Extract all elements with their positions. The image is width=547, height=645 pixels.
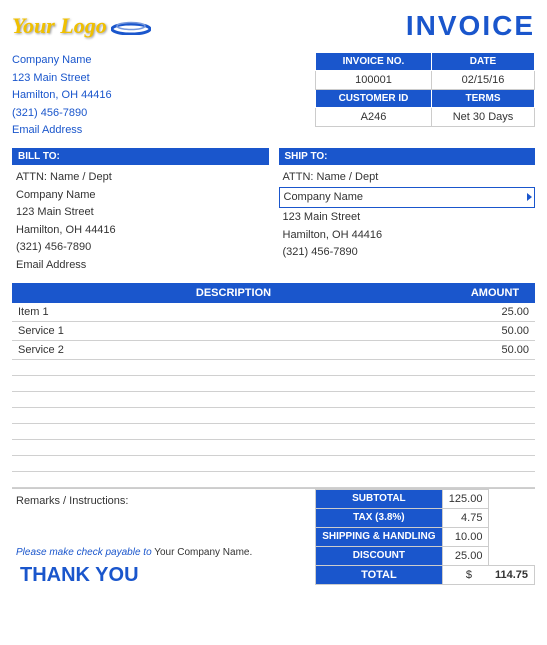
discount-value: 25.00 [442,546,489,565]
item-amount: 50.00 [455,321,535,340]
info-row: Company Name 123 Main Street Hamilton, O… [12,52,535,140]
ship-to-attn: ATTN: Name / Dept [279,169,536,187]
total-label: TOTAL [316,565,443,584]
item-description [12,423,455,439]
amount-header: AMOUNT [455,283,535,303]
item-amount [455,423,535,439]
payable-note: Please make check payable to Your Compan… [16,547,311,558]
item-description [12,375,455,391]
item-description [12,455,455,471]
subtotal-label: SUBTOTAL [316,489,443,508]
company-info: Company Name 123 Main Street Hamilton, O… [12,52,112,140]
bill-to-email: Email Address [12,257,269,275]
item-description: Service 2 [12,340,455,359]
logo-text: Your Logo [12,13,107,39]
terms-label: TERMS [432,90,535,108]
item-description: Item 1 [12,303,455,322]
item-amount: 50.00 [455,340,535,359]
description-header: DESCRIPTION [12,283,455,303]
shipping-value: 10.00 [442,527,489,546]
bill-to-city: Hamilton, OH 44416 [12,222,269,240]
table-row [12,407,535,423]
item-description [12,391,455,407]
ship-to-header: SHIP TO: [279,148,536,165]
tax-value: 4.75 [442,508,489,527]
item-description: Service 1 [12,321,455,340]
item-amount [455,391,535,407]
date-value: 02/15/16 [432,71,535,90]
item-description [12,439,455,455]
footer-area: Remarks / Instructions: Please make chec… [12,488,535,593]
company-email: Email Address [12,122,112,140]
meta-table: INVOICE NO. DATE 100001 02/15/16 CUSTOME… [315,52,535,127]
address-row: BILL TO: ATTN: Name / Dept Company Name … [12,148,535,275]
thank-you: THANK YOU [16,564,311,587]
item-amount [455,375,535,391]
item-amount: 25.00 [455,303,535,322]
payable-note-italic: Please make check payable to [16,547,152,558]
table-row [12,375,535,391]
table-row [12,439,535,455]
ship-to-block: SHIP TO: ATTN: Name / Dept Company Name … [279,148,536,275]
total-row: TOTAL $ 114.75 [316,565,535,584]
shipping-label: SHIPPING & HANDLING [316,527,443,546]
table-row [12,471,535,487]
item-description [12,471,455,487]
company-phone: (321) 456-7890 [12,105,112,123]
terms-value: Net 30 Days [432,108,535,127]
invoice-no-value: 100001 [316,71,432,90]
discount-label: DISCOUNT [316,546,443,565]
ship-to-phone: (321) 456-7890 [279,244,536,262]
total-value: 114.75 [489,565,535,584]
company-city-state: Hamilton, OH 44416 [12,87,112,105]
totals-table: SUBTOTAL 125.00 TAX (3.8%) 4.75 SHIPPING… [315,489,535,585]
remarks-label: Remarks / Instructions: [16,495,311,507]
company-address: 123 Main Street [12,70,112,88]
item-amount [455,439,535,455]
table-row [12,423,535,439]
payable-note-normal: Your Company Name. [152,547,253,558]
table-row [12,359,535,375]
table-row: Service 150.00 [12,321,535,340]
bill-to-header: BILL TO: [12,148,269,165]
item-amount [455,359,535,375]
subtotal-row: SUBTOTAL 125.00 [316,489,535,508]
invoice-title: INVOICE [406,10,535,42]
ship-to-city: Hamilton, OH 44416 [279,227,536,245]
bill-to-company: Company Name [12,187,269,205]
invoice-meta: INVOICE NO. DATE 100001 02/15/16 CUSTOME… [315,52,535,140]
company-name: Company Name [12,52,112,70]
items-table: DESCRIPTION AMOUNT Item 125.00Service 15… [12,283,535,488]
invoice-no-label: INVOICE NO. [316,53,432,71]
total-dollar: $ [442,565,489,584]
customer-id-value: A246 [316,108,432,127]
tax-label: TAX (3.8%) [316,508,443,527]
invoice-page: Your Logo INVOICE Company Name 123 Main … [0,0,547,645]
logo-swoosh-icon [111,17,151,35]
remarks-section: Remarks / Instructions: Please make chec… [12,489,315,593]
shipping-row: SHIPPING & HANDLING 10.00 [316,527,535,546]
bill-to-phone: (321) 456-7890 [12,239,269,257]
ship-to-address: 123 Main Street [279,209,536,227]
bill-to-attn: ATTN: Name / Dept [12,169,269,187]
item-amount [455,471,535,487]
header: Your Logo INVOICE [12,10,535,42]
table-row [12,391,535,407]
table-row: Item 125.00 [12,303,535,322]
logo-area: Your Logo [12,13,151,39]
item-amount [455,407,535,423]
customer-id-label: CUSTOMER ID [316,90,432,108]
bill-to-block: BILL TO: ATTN: Name / Dept Company Name … [12,148,269,275]
item-description [12,359,455,375]
discount-row: DISCOUNT 25.00 [316,546,535,565]
item-description [12,407,455,423]
bill-to-address: 123 Main Street [12,204,269,222]
subtotal-value: 125.00 [442,489,489,508]
date-label: DATE [432,53,535,71]
table-row: Service 250.00 [12,340,535,359]
ship-to-company[interactable]: Company Name [279,187,536,209]
tax-row: TAX (3.8%) 4.75 [316,508,535,527]
table-row [12,455,535,471]
item-amount [455,455,535,471]
